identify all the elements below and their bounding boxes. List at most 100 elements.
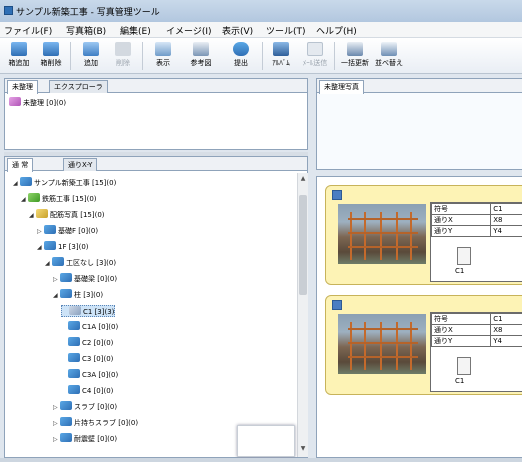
construction-photo[interactable]: [338, 204, 426, 264]
tree-node[interactable]: C4 [0](0): [61, 385, 113, 397]
tree-node[interactable]: ▷ 基礎F [0](0): [37, 225, 98, 237]
sort-button[interactable]: 並べ替え: [374, 41, 404, 71]
expanded-arrow-icon[interactable]: ◢: [45, 258, 52, 270]
expanded-arrow-icon[interactable]: ◢: [13, 178, 20, 190]
info-value: C1: [490, 203, 522, 215]
tree-node[interactable]: C1 [3](3): [61, 305, 116, 317]
view-button[interactable]: 表示: [148, 41, 178, 71]
tree-node[interactable]: ◢ 鉄筋工事 [15](0): [21, 193, 97, 205]
tab-unsorted-photos[interactable]: 未整理写真: [319, 80, 364, 94]
collapsed-arrow-icon[interactable]: ▷: [53, 274, 60, 286]
menu-image[interactable]: イメージ(I): [166, 24, 212, 37]
tree-node[interactable]: ◢ 工区なし [3](0): [45, 257, 116, 269]
scroll-down-arrow-icon[interactable]: ▼: [299, 445, 307, 453]
tree-scrollbar[interactable]: ▲ ▼: [297, 173, 308, 457]
tree-node[interactable]: ▷ 片持ちスラブ [0](0): [53, 417, 138, 429]
tree-node[interactable]: ◢ 柱 [3](0): [53, 289, 103, 301]
album-icon: [273, 42, 289, 56]
folder-icon: [20, 177, 32, 186]
sketch-caption: C1: [455, 267, 465, 275]
folder-icon: [68, 337, 80, 346]
unsorted-item[interactable]: 未整理 [0](0): [9, 97, 66, 109]
tab-explorer[interactable]: エクスプローラ: [49, 80, 108, 93]
tree-node-label: サンプル新築工事 [15](0): [34, 179, 117, 187]
menu-help[interactable]: ヘルプ(H): [316, 24, 357, 37]
status-bar: [0, 458, 522, 462]
tree-node-label: C2 [0](0): [82, 339, 114, 347]
info-key: 通りY: [430, 335, 492, 347]
menu-tools[interactable]: ツール(T): [266, 24, 306, 37]
album-button[interactable]: ｱﾙﾊﾞﾑ: [266, 41, 296, 71]
folder-icon: [68, 353, 80, 362]
folder-icon: [60, 273, 72, 282]
collapsed-arrow-icon[interactable]: ▷: [37, 226, 44, 238]
scroll-up-arrow-icon[interactable]: ▲: [299, 175, 307, 183]
toolbar: 箱追加 箱削除 追加 削除 表示 参考図 提出 ｱﾙﾊﾞﾑ ﾒｰﾙ送信 一括更新: [0, 38, 522, 74]
menu-bar: ファイル(F) 写真箱(B) 編集(E) イメージ(I) 表示(V) ツール(T…: [0, 22, 522, 38]
folder-icon: [68, 321, 80, 330]
tree-panel: 通 常 通りX-Y ◢ サンプル新築工事 [15](0) ◢ 鉄筋工事 [15](0)…: [4, 156, 308, 458]
tree-node-label: 基礎F [0](0): [58, 227, 99, 235]
photo-card[interactable]: 符号 C1 通りX X8 通りY Y4 C1: [325, 185, 522, 285]
delete-photo-button[interactable]: 削除: [108, 41, 138, 71]
collapsed-arrow-icon[interactable]: ▷: [53, 418, 60, 430]
mail-button[interactable]: ﾒｰﾙ送信: [300, 41, 330, 71]
folder-icon: [60, 401, 72, 410]
info-key: 符号: [430, 203, 492, 215]
expanded-arrow-icon[interactable]: ◢: [29, 210, 36, 222]
tab-unsorted[interactable]: 未整理: [7, 80, 38, 94]
tree-node[interactable]: ▷ スラブ [0](0): [53, 401, 117, 413]
info-table: 符号 C1 通りX X8 通りY Y4: [430, 313, 522, 347]
bulk-update-button[interactable]: 一括更新: [340, 41, 370, 71]
tree-node[interactable]: C3 [0](0): [61, 353, 113, 365]
menu-photobox[interactable]: 写真箱(B): [66, 24, 106, 37]
folder-icon: [52, 257, 64, 266]
collapsed-arrow-icon[interactable]: ▷: [53, 434, 60, 446]
construction-photo[interactable]: [338, 314, 426, 374]
submit-label: 提出: [234, 59, 248, 67]
folder-icon: [36, 209, 48, 218]
info-table: 符号 C1 通りX X8 通りY Y4: [430, 203, 522, 237]
expanded-arrow-icon[interactable]: ◢: [21, 194, 28, 206]
tab-street-xy[interactable]: 通りX-Y: [63, 158, 98, 171]
menu-view[interactable]: 表示(V): [222, 24, 253, 37]
tree-node-label: C3 [0](0): [82, 355, 114, 363]
menu-file[interactable]: ファイル(F): [4, 24, 52, 37]
photo-card[interactable]: 符号 C1 通りX X8 通りY Y4 C1: [325, 295, 522, 395]
folder-icon: [69, 306, 81, 315]
tree-node[interactable]: ▷ 耐震壁 [0](0): [53, 433, 117, 445]
tree-node-label: 片持ちスラブ [0](0): [74, 419, 139, 427]
expanded-arrow-icon[interactable]: ◢: [37, 242, 44, 254]
submit-button[interactable]: 提出: [226, 41, 256, 71]
sketch-icon: [457, 247, 471, 265]
view-icon: [155, 42, 171, 56]
tree-node[interactable]: C3A [0](0): [61, 369, 118, 381]
expanded-arrow-icon[interactable]: ◢: [53, 290, 60, 302]
sketch-icon: [457, 357, 471, 375]
sketch-caption: C1: [455, 377, 465, 385]
tree-node[interactable]: ◢ 配筋写真 [15](0): [29, 209, 105, 221]
delete-photo-label: 削除: [116, 59, 130, 67]
tree-node[interactable]: ◢ 1F [3](0): [37, 241, 89, 253]
tooltip-popup: [237, 425, 295, 457]
menu-edit[interactable]: 編集(E): [120, 24, 151, 37]
tree-node-label: C1A [0](0): [82, 323, 119, 331]
tree-node[interactable]: ▷ 基礎梁 [0](0): [53, 273, 117, 285]
tree-node[interactable]: C1A [0](0): [61, 321, 118, 333]
tree-node-label: C4 [0](0): [82, 387, 114, 395]
collapsed-arrow-icon[interactable]: ▷: [53, 402, 60, 414]
reference-drawing-button[interactable]: 参考図: [186, 41, 216, 71]
delete-box-button[interactable]: 箱削除: [36, 41, 66, 71]
tree-node[interactable]: C2 [0](0): [61, 337, 113, 349]
folder-icon: [60, 433, 72, 442]
vertical-splitter[interactable]: [308, 156, 316, 458]
tree-node-label: 工区なし [3](0): [66, 259, 117, 267]
tree-node-label: 基礎梁 [0](0): [74, 275, 118, 283]
add-photo-icon: [83, 42, 99, 56]
delete-photo-icon: [115, 42, 131, 56]
tree-node[interactable]: ◢ サンプル新築工事 [15](0): [13, 177, 116, 189]
tab-normal[interactable]: 通 常: [7, 158, 34, 172]
unsorted-item-label: 未整理 [0](0): [23, 99, 67, 107]
view-label: 表示: [156, 59, 170, 67]
scroll-thumb[interactable]: [299, 195, 307, 295]
